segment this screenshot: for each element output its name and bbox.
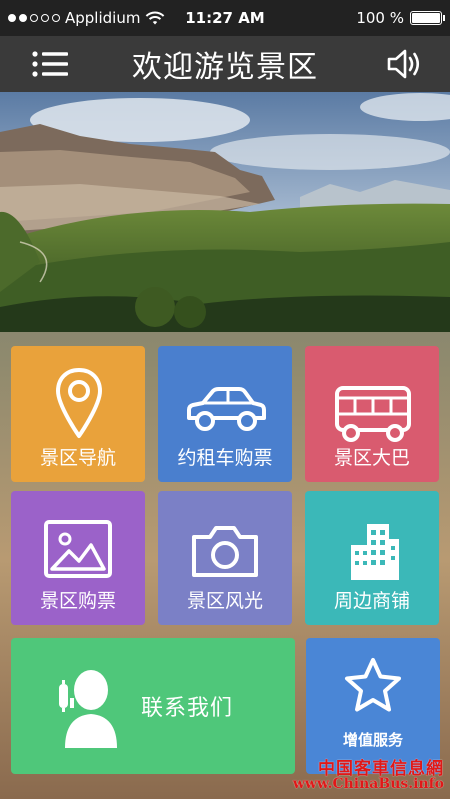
tile-car-rental-tickets[interactable]: 约租车购票 <box>158 346 292 482</box>
building-icon <box>351 524 399 580</box>
watermark-line2: www.ChinaBus.info <box>292 776 444 792</box>
location-pin-icon <box>56 368 102 438</box>
star-icon <box>345 658 401 712</box>
speaker-icon[interactable] <box>386 48 422 80</box>
battery-icon <box>410 11 445 25</box>
status-bar: Applidium 11:27 AM 100 % <box>0 0 450 36</box>
tile-label: 景区购票 <box>39 590 116 612</box>
battery-percent: 100 % <box>356 9 404 27</box>
hero-landscape-image <box>0 92 450 332</box>
tile-contact-us[interactable]: 联系我们 <box>11 638 295 774</box>
status-right: 100 % <box>356 9 445 27</box>
tile-label: 景区风光 <box>186 590 263 612</box>
tile-label: 景区大巴 <box>333 447 410 469</box>
tile-scenic-views[interactable]: 景区风光 <box>158 491 292 625</box>
tile-label: 增值服务 <box>342 731 403 749</box>
menu-icon[interactable] <box>32 50 68 78</box>
tile-label: 周边商铺 <box>333 590 410 612</box>
tile-scenic-bus[interactable]: 景区大巴 <box>305 346 439 482</box>
tile-scenic-navigation[interactable]: 景区导航 <box>11 346 145 482</box>
bus-icon <box>335 386 411 442</box>
tile-label: 景区导航 <box>39 447 116 469</box>
camera-icon <box>192 526 258 577</box>
page-title: 欢迎游览景区 <box>132 50 318 85</box>
tile-scenic-tickets[interactable]: 景区购票 <box>11 491 145 625</box>
car-icon <box>187 387 266 431</box>
customer-service-icon <box>59 670 117 748</box>
tile-label: 联系我们 <box>141 696 234 721</box>
picture-icon <box>44 520 112 578</box>
nav-bar: 欢迎游览景区 <box>0 36 450 92</box>
tile-nearby-shops[interactable]: 周边商铺 <box>305 491 439 625</box>
battery-fill <box>412 13 440 23</box>
tile-label: 约租车购票 <box>177 447 273 469</box>
